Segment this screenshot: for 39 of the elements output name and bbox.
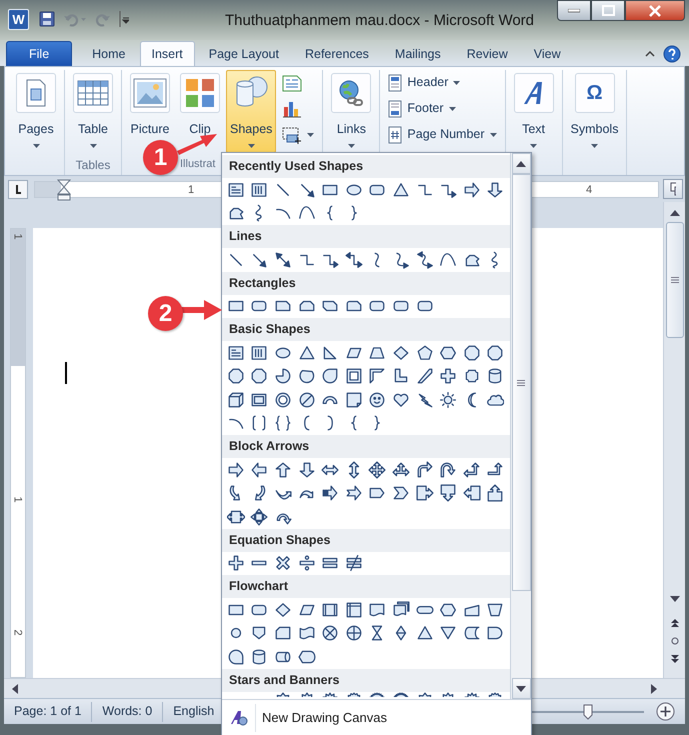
section-header: Flowchart: [222, 575, 510, 598]
status-text: Page: 1 of 1: [4, 702, 92, 722]
section-header: Lines: [222, 225, 510, 248]
section-header: Rectangles: [222, 272, 510, 294]
ribbon-tab[interactable]: File: [6, 41, 72, 66]
ribbon-tab[interactable]: Mailings: [382, 41, 453, 66]
section-header: Basic Shapes: [222, 318, 510, 341]
table-button[interactable]: Table: [69, 70, 117, 153]
ruler-number: 4: [586, 184, 592, 196]
ribbon-tab[interactable]: View: [522, 41, 573, 66]
section-header: Equation Shapes: [222, 528, 510, 552]
pages-button[interactable]: Pages: [12, 70, 60, 153]
ruler-number: 1: [188, 184, 194, 196]
status-text: Words: 0: [92, 702, 164, 722]
ribbon-tab[interactable]: References: [292, 41, 381, 66]
section-header: Block Arrows: [222, 435, 510, 458]
ruler-number: 2: [12, 629, 23, 636]
ribbon-tab[interactable]: Home: [80, 41, 138, 66]
omega-symbol: Ω: [586, 83, 603, 103]
ribbon-tab[interactable]: Insert: [140, 41, 195, 66]
ruler-number: 1: [12, 496, 23, 503]
group-label: Tables: [76, 158, 110, 172]
ribbon-tab[interactable]: Page Layout: [196, 41, 291, 66]
new-drawing-canvas-item[interactable]: New Drawing Canvas: [258, 708, 391, 728]
section-header: Stars and Banners: [222, 668, 510, 692]
clipart-button[interactable]: Clip: [176, 70, 224, 144]
group-label: Illustrat: [180, 158, 216, 170]
text-button[interactable]: Text: [510, 70, 558, 153]
pagenumber-button[interactable]: Page Number: [384, 123, 501, 146]
header-button[interactable]: Header: [384, 71, 501, 94]
symbols-button[interactable]: Ω Symbols: [566, 70, 622, 153]
window-title: Thuthuatphanmem mau.docx - Microsoft Word: [225, 11, 534, 31]
ruler-number: 1: [12, 233, 23, 240]
section-header: Recently Used Shapes: [222, 155, 510, 178]
footer-button[interactable]: Footer: [384, 97, 501, 120]
links-button[interactable]: Links: [327, 70, 376, 153]
shapes-button[interactable]: Shapes: [226, 70, 276, 153]
ribbon-tab[interactable]: Review: [454, 41, 520, 66]
app-logo: W: [8, 9, 29, 30]
